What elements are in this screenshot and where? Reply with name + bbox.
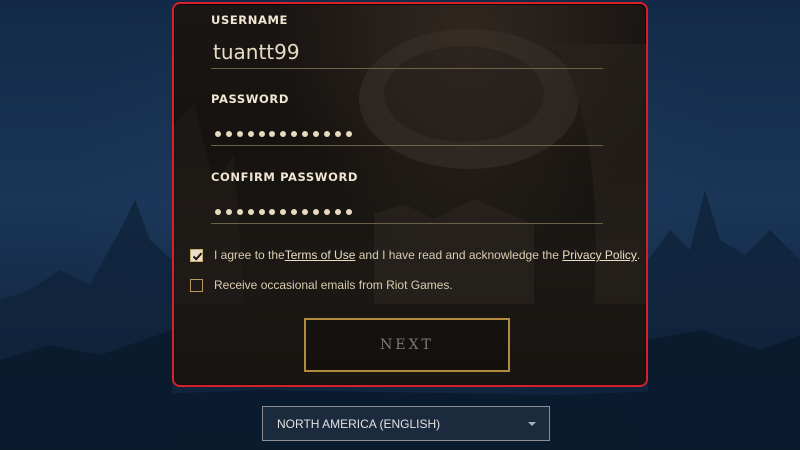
mask-dot bbox=[302, 209, 309, 215]
emails-checkbox[interactable] bbox=[190, 278, 203, 292]
mask-dot bbox=[236, 209, 243, 215]
mask-dot bbox=[345, 209, 352, 215]
mask-dot bbox=[247, 209, 254, 215]
mask-dot bbox=[291, 131, 298, 137]
terms-text-before: I agree to the bbox=[214, 248, 285, 262]
emails-row: Receive occasional emails from Riot Game… bbox=[190, 278, 453, 292]
mask-dot bbox=[280, 209, 287, 215]
confirm-password-label: CONFIRM PASSWORD bbox=[211, 170, 359, 184]
mask-dot bbox=[345, 131, 352, 137]
mask-dot bbox=[313, 209, 320, 215]
region-select[interactable]: NORTH AMERICA (ENGLISH) bbox=[262, 406, 550, 441]
signup-panel: USERNAME tuantt99 PASSWORD CONFIRM PASSW… bbox=[172, 2, 648, 387]
username-label: USERNAME bbox=[211, 13, 288, 27]
mask-dot bbox=[302, 131, 309, 137]
emails-text: Receive occasional emails from Riot Game… bbox=[214, 278, 453, 292]
mask-dot bbox=[247, 131, 254, 137]
mask-dot bbox=[225, 131, 232, 137]
confirm-password-input[interactable] bbox=[211, 190, 603, 224]
confirm-password-mask bbox=[215, 209, 352, 215]
mask-dot bbox=[236, 131, 243, 137]
terms-checkbox[interactable] bbox=[190, 248, 203, 262]
username-input[interactable]: tuantt99 bbox=[211, 35, 603, 69]
terms-text-middle: and I have read and acknowledge the bbox=[355, 248, 563, 262]
chevron-down-icon bbox=[528, 422, 536, 426]
password-label: PASSWORD bbox=[211, 92, 289, 106]
mask-dot bbox=[323, 131, 330, 137]
mask-dot bbox=[280, 131, 287, 137]
mask-dot bbox=[334, 131, 341, 137]
mask-dot bbox=[258, 209, 265, 215]
privacy-policy-link[interactable]: Privacy Policy bbox=[562, 248, 637, 262]
mask-dot bbox=[269, 209, 276, 215]
mask-dot bbox=[291, 209, 298, 215]
password-input[interactable] bbox=[211, 112, 603, 146]
mask-dot bbox=[225, 209, 232, 215]
next-button[interactable]: NEXT bbox=[304, 318, 510, 372]
mask-dot bbox=[215, 209, 221, 215]
mask-dot bbox=[269, 131, 276, 137]
password-mask bbox=[215, 131, 352, 137]
mask-dot bbox=[323, 209, 330, 215]
terms-row: I agree to the Terms of Use and I have r… bbox=[190, 248, 640, 262]
terms-of-use-link[interactable]: Terms of Use bbox=[285, 248, 356, 262]
username-value: tuantt99 bbox=[213, 40, 300, 64]
mask-dot bbox=[258, 131, 265, 137]
mask-dot bbox=[215, 131, 221, 137]
mask-dot bbox=[313, 131, 320, 137]
terms-text-after: . bbox=[636, 248, 641, 262]
mask-dot bbox=[334, 209, 341, 215]
region-selected-value: NORTH AMERICA (ENGLISH) bbox=[277, 416, 441, 431]
check-icon bbox=[192, 252, 203, 261]
